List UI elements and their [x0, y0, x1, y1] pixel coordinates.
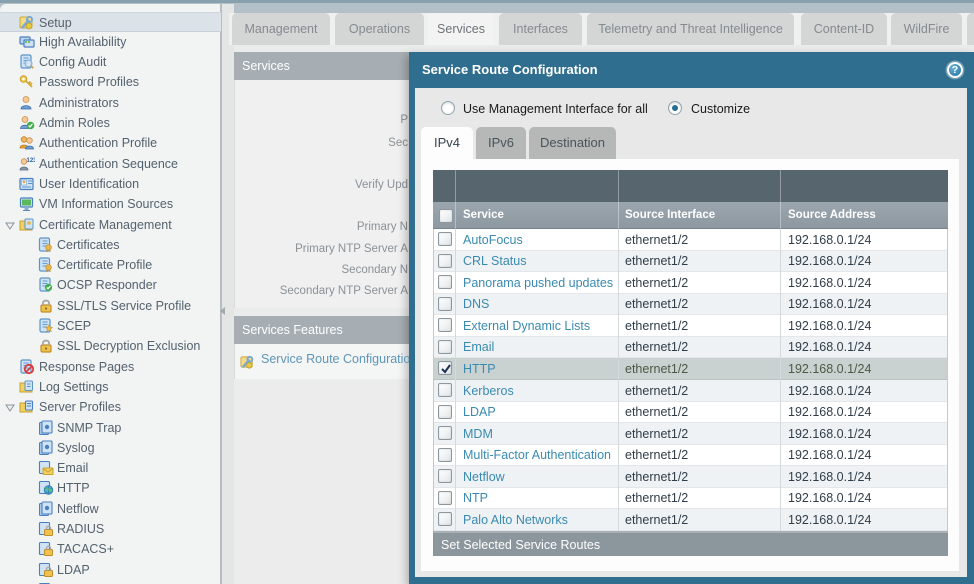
- svg-text:123: 123: [27, 158, 36, 164]
